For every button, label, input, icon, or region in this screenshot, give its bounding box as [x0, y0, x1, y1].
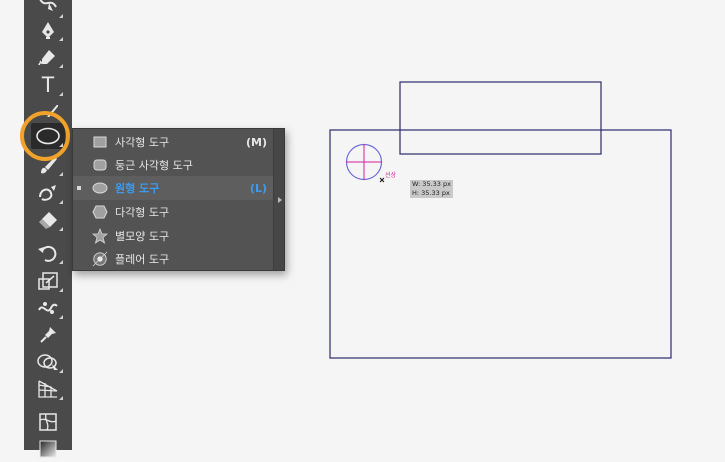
crosshair-cursor — [379, 177, 385, 183]
tooltip-height: H: 35.33 px — [412, 189, 450, 197]
dimension-tooltip: W: 35.33 px H: 35.33 px — [410, 180, 453, 198]
tooltip-width: W: 35.33 px — [412, 180, 451, 188]
artboard-canvas[interactable] — [0, 0, 725, 450]
smart-guide-label: 선상 — [385, 172, 397, 179]
small-rectangle[interactable] — [399, 81, 602, 155]
